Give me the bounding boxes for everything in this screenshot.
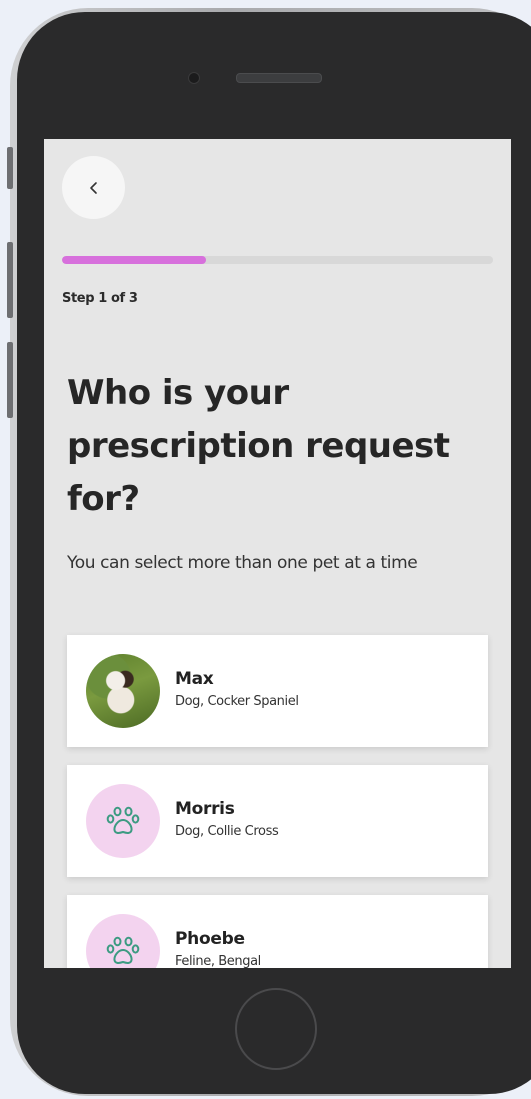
progress-bar-fill xyxy=(62,256,206,264)
progress-bar xyxy=(62,256,493,264)
volume-down-button xyxy=(7,342,13,418)
pet-list: Max Dog, Cocker Spaniel Morris Dog, Coll… xyxy=(67,635,488,968)
pet-description: Feline, Bengal xyxy=(175,954,261,968)
earpiece-speaker xyxy=(236,73,322,83)
chevron-left-icon xyxy=(89,181,97,194)
pet-avatar xyxy=(86,914,160,968)
pet-avatar xyxy=(86,784,160,858)
home-button[interactable] xyxy=(235,988,317,1070)
pet-name: Morris xyxy=(175,799,235,819)
pet-card-morris[interactable]: Morris Dog, Collie Cross xyxy=(67,765,488,877)
pet-name: Max xyxy=(175,669,214,689)
pet-description: Dog, Collie Cross xyxy=(175,824,279,839)
front-camera xyxy=(188,72,200,84)
pet-description: Dog, Cocker Spaniel xyxy=(175,694,299,709)
paw-icon xyxy=(106,936,140,964)
page-subtitle: You can select more than one pet at a ti… xyxy=(67,553,418,573)
paw-icon xyxy=(106,806,140,834)
pet-name: Phoebe xyxy=(175,929,245,949)
step-indicator: Step 1 of 3 xyxy=(62,291,138,306)
app-screen: Step 1 of 3 Who is your prescription req… xyxy=(44,139,511,968)
pet-avatar-photo xyxy=(86,654,160,728)
page-title: Who is your prescription request for? xyxy=(67,373,450,519)
volume-up-button xyxy=(7,242,13,318)
back-button[interactable] xyxy=(62,156,125,219)
pet-card-phoebe[interactable]: Phoebe Feline, Bengal xyxy=(67,895,488,968)
mute-switch xyxy=(7,147,13,189)
pet-card-max[interactable]: Max Dog, Cocker Spaniel xyxy=(67,635,488,747)
